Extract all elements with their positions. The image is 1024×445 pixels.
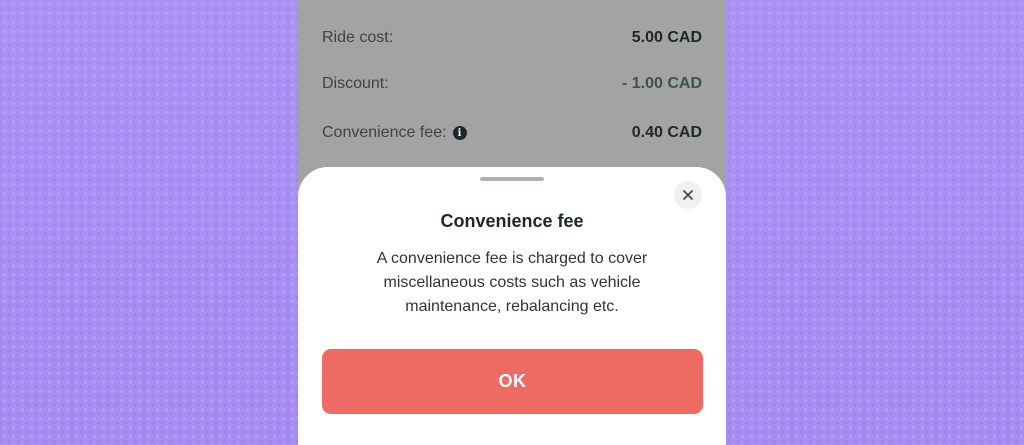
close-icon [683, 190, 693, 200]
ok-button[interactable]: OK [322, 349, 703, 414]
convenience-fee-label-group: Convenience fee: i [322, 124, 467, 142]
discount-row: Discount: - 1.00 CAD [322, 70, 702, 98]
ride-cost-row: Ride cost: 5.00 CAD [322, 24, 702, 52]
sheet-title: Convenience fee [440, 211, 584, 231]
convenience-fee-row: Convenience fee: i 0.40 CAD [322, 119, 702, 147]
convenience-fee-bottom-sheet: Convenience fee A convenience fee is cha… [298, 167, 726, 445]
sheet-description: A convenience fee is charged to cover mi… [376, 250, 648, 315]
ride-cost-label: Ride cost: [322, 29, 394, 46]
discount-label: Discount: [322, 75, 389, 92]
info-icon[interactable]: i [452, 126, 467, 140]
sheet-drag-handle[interactable] [480, 177, 544, 181]
convenience-fee-value: 0.40 CAD [631, 124, 702, 141]
close-button[interactable] [674, 181, 702, 209]
phone-screen: Ride cost: 5.00 CAD Discount: - 1.00 CAD… [298, 0, 726, 445]
discount-value: - 1.00 CAD [621, 75, 702, 92]
convenience-fee-label: Convenience fee: [322, 124, 447, 141]
ride-cost-value: 5.00 CAD [631, 29, 702, 46]
